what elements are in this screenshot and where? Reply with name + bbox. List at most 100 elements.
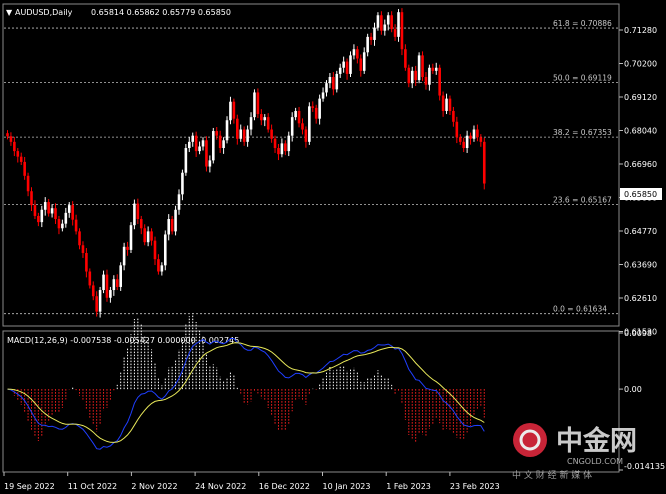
bull-candle	[67, 205, 71, 213]
bear-candle	[452, 110, 455, 122]
bull-candle	[325, 83, 328, 93]
bear-candle	[139, 219, 143, 229]
bull-candle	[181, 172, 184, 195]
fib-level-label: 50.0 = 0.69119	[553, 74, 612, 83]
bull-candle	[321, 92, 325, 99]
bear-candle	[304, 129, 308, 142]
candlestick-series	[6, 8, 486, 318]
bull-candle	[208, 160, 212, 167]
bear-candle	[205, 140, 208, 167]
bear-candle	[359, 58, 363, 71]
bear-candle	[126, 246, 129, 250]
bear-candle	[242, 129, 246, 142]
bull-candle	[119, 265, 122, 287]
brand-tagline: 中 文 财 经 新 媒 体	[512, 469, 592, 481]
bull-candle	[191, 135, 195, 142]
bull-candle	[417, 55, 421, 81]
bear-candle	[23, 161, 26, 176]
bull-candle	[290, 117, 294, 136]
bull-candle	[239, 129, 243, 139]
cngold-logo-icon	[513, 423, 547, 457]
bear-candle	[218, 135, 222, 149]
price-tick-label: 0.62610	[624, 294, 657, 303]
bull-candle	[201, 140, 205, 147]
bull-candle	[177, 194, 181, 210]
bull-candle	[98, 290, 102, 312]
bull-candle	[174, 209, 177, 232]
bull-candle	[249, 117, 253, 130]
bear-candle	[157, 259, 160, 272]
current-price-label: 0.65850	[624, 190, 657, 199]
bear-candle	[215, 131, 219, 136]
fibonacci-levels[interactable]: 61.8 = 0.70886 50.0 = 0.69119 38.2 = 0.673…	[4, 19, 618, 315]
bear-candle	[462, 141, 465, 149]
bull-candle	[280, 143, 284, 155]
bear-candle	[332, 77, 335, 90]
trading-chart[interactable]: ▼ AUDUSD,Daily 0.65814 0.65862 0.65779 0…	[0, 0, 666, 494]
bear-candle	[414, 70, 417, 81]
date-axis[interactable]: 19 Sep 2022 11 Oct 2022 2 Nov 2022 24 Nov 2…	[3, 472, 500, 491]
bull-candle	[465, 135, 469, 149]
bear-candle	[404, 49, 407, 68]
fib-level-label: 38.2 = 0.67353	[553, 128, 612, 137]
bear-candle	[297, 110, 301, 124]
bear-candle	[380, 15, 383, 31]
bear-candle	[105, 274, 109, 298]
collapse-icon[interactable]: ▼	[6, 8, 13, 17]
bear-candle	[266, 117, 270, 130]
bear-candle	[438, 67, 441, 96]
bear-candle	[260, 114, 263, 121]
bull-candle	[43, 202, 47, 210]
symbol-label: AUDUSD,Daily	[15, 8, 73, 17]
bear-candle	[448, 98, 452, 111]
bear-candle	[270, 129, 273, 139]
price-axis[interactable]: 0.71280 0.70200 0.69120 0.68040 0.66960 0.658…	[619, 26, 657, 337]
price-tick-label: 0.68040	[624, 127, 657, 136]
macd-tick-label: 0.00	[624, 385, 642, 394]
bear-candle	[356, 49, 359, 59]
bull-candle	[397, 12, 400, 37]
bull-candle	[160, 265, 164, 272]
bull-candle	[198, 146, 201, 152]
bull-candle	[112, 279, 116, 291]
bull-candle	[225, 120, 229, 141]
bull-candle	[163, 234, 167, 266]
bear-candle	[136, 203, 140, 220]
fib-level-label: 23.6 = 0.65167	[553, 196, 612, 205]
bear-candle	[256, 92, 260, 115]
bull-candle	[445, 98, 448, 111]
bear-candle	[236, 118, 239, 139]
bear-candle	[277, 148, 280, 155]
bear-candle	[314, 107, 318, 119]
bear-candle	[81, 245, 85, 253]
bear-candle	[150, 231, 153, 241]
bull-candle	[349, 55, 352, 74]
bear-candle	[74, 219, 78, 232]
bull-candle	[294, 110, 297, 118]
bear-candle	[311, 106, 315, 108]
bull-candle	[50, 208, 54, 214]
bear-candle	[301, 123, 304, 130]
bull-candle	[222, 140, 225, 149]
bear-candle	[13, 141, 16, 152]
bull-candle	[342, 61, 345, 68]
bear-candle	[54, 208, 57, 220]
bear-candle	[19, 156, 23, 162]
bull-candle	[352, 49, 356, 56]
bear-candle	[284, 143, 287, 152]
bull-candle	[428, 67, 431, 85]
bull-candle	[122, 246, 126, 266]
bull-candle	[308, 106, 311, 142]
bull-candle	[434, 67, 438, 71]
bull-candle	[102, 274, 105, 291]
price-tick-label: 0.66960	[624, 160, 657, 169]
date-tick-label: 1 Feb 2023	[386, 482, 431, 491]
bear-candle	[153, 240, 157, 260]
fib-level-label: 0.0 = 0.61634	[553, 305, 607, 314]
bear-candle	[9, 136, 13, 142]
date-tick-label: 23 Feb 2023	[450, 482, 500, 491]
bull-candle	[376, 15, 380, 28]
bull-candle	[383, 24, 387, 31]
bear-candle	[16, 151, 20, 157]
bear-candle	[441, 95, 445, 111]
